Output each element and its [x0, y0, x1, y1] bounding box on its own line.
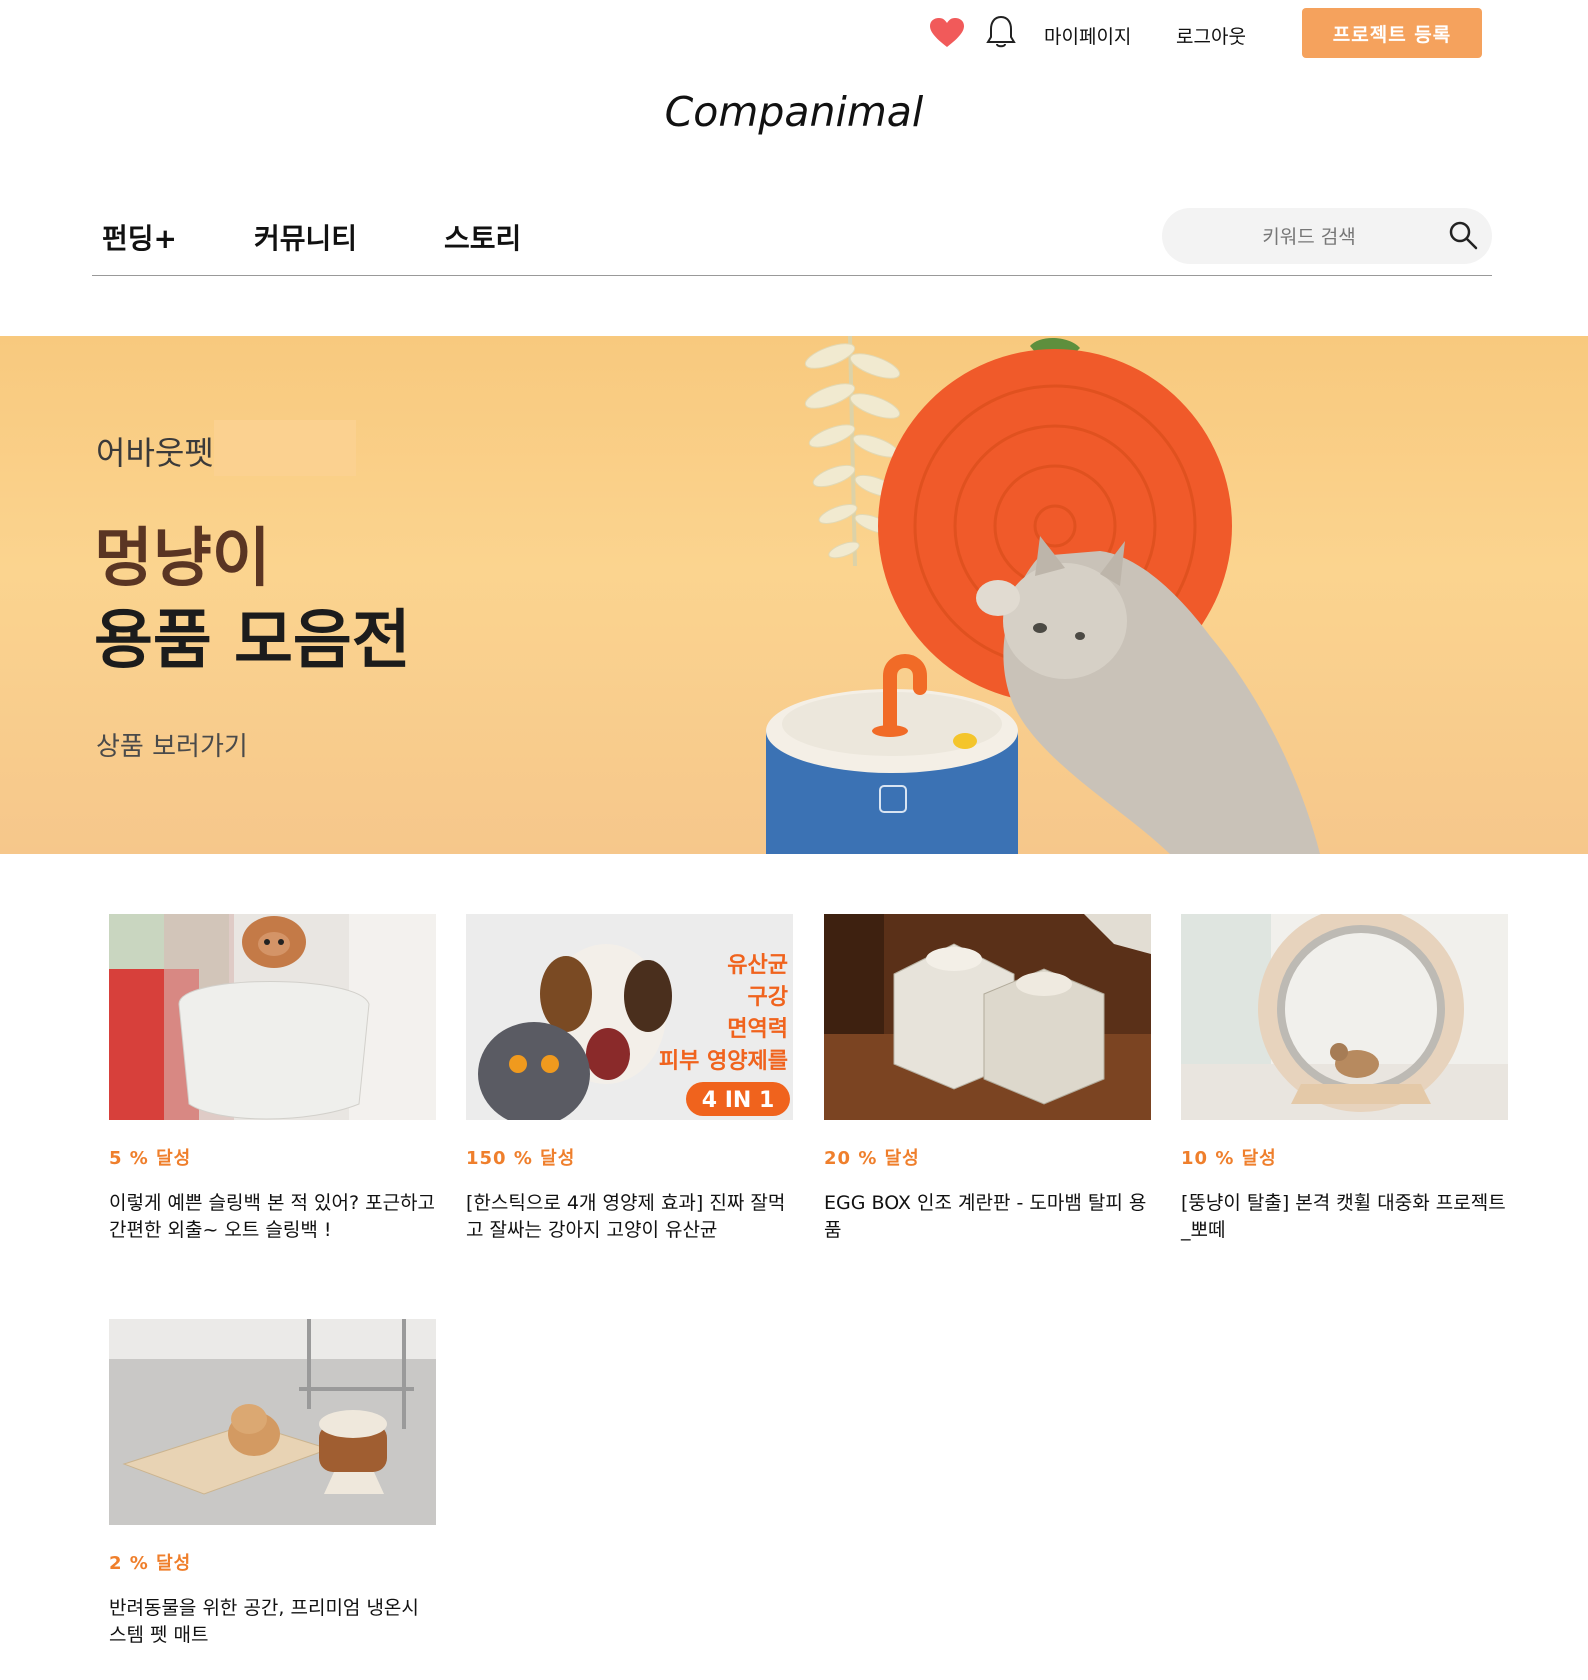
banner-title-line1: 멍냥이 — [94, 522, 271, 596]
project-card[interactable]: 20 % 달성 EGG BOX 인조 계란판 - 도마뱀 탈피 용품 — [824, 914, 1151, 1244]
kitten-image — [976, 536, 1320, 854]
nav-item-story[interactable]: 스토리 — [444, 217, 521, 257]
image-text-probiotic: 유산균 — [727, 953, 788, 978]
image-text-immunity: 면역력 — [727, 1017, 788, 1042]
project-thumbnail[interactable] — [824, 914, 1151, 1120]
top-bar: 마이페이지 로그아웃 프로젝트 등록 — [0, 8, 1588, 58]
project-thumbnail[interactable]: 유산균 구강 면역력 피부 영양제를 4 IN 1 — [466, 914, 793, 1120]
banner-brand: 어바웃펫 — [96, 434, 214, 472]
banner-title: 멍냥이 용품 모음전 — [94, 518, 411, 682]
mypage-link[interactable]: 마이페이지 — [1044, 22, 1131, 49]
image-text-oral: 구강 — [748, 985, 788, 1010]
project-thumbnail[interactable] — [109, 914, 436, 1120]
search-box — [1162, 208, 1492, 266]
brand-highlight — [214, 420, 356, 476]
project-title[interactable]: [한스틱으로 4개 영양제 효과] 진짜 잘먹고 잘싸는 강아지 고양이 유산균 — [466, 1190, 793, 1244]
hero-banner[interactable]: 어바웃펫 멍냥이 용품 모음전 상품 보러가기 — [0, 336, 1588, 854]
project-card[interactable]: 5 % 달성 이렇게 예쁜 슬링백 본 적 있어? 포근하고 간편한 외출~ 오… — [109, 914, 436, 1244]
funding-rate: 150 % 달성 — [466, 1148, 576, 1169]
site-logo[interactable]: Companimal — [0, 88, 1588, 136]
project-title[interactable]: [뚱냥이 탈출] 본격 캣휠 대중화 프로젝트 _뽀떼 — [1181, 1190, 1508, 1244]
image-text-4in1: 4 IN 1 — [702, 1088, 775, 1113]
nav-item-funding[interactable]: 펀딩+ — [102, 217, 177, 257]
project-title[interactable]: 반려동물을 위한 공간, 프리미엄 냉온시스템 펫 매트 — [109, 1595, 436, 1649]
main-nav: 펀딩+ 커뮤니티 스토리 — [92, 205, 1492, 276]
project-thumbnail[interactable] — [109, 1319, 436, 1525]
funding-rate: 2 % 달성 — [109, 1553, 192, 1574]
bell-icon[interactable] — [986, 14, 1016, 50]
search-input[interactable] — [1182, 208, 1436, 266]
project-card[interactable]: 유산균 구강 면역력 피부 영양제를 4 IN 1 150 % 달성 [한스틱으… — [466, 914, 793, 1244]
image-text-skin: 피부 영양제를 — [659, 1049, 788, 1074]
water-fountain-image — [766, 654, 1018, 854]
project-title[interactable]: EGG BOX 인조 계란판 - 도마뱀 탈피 용품 — [824, 1190, 1151, 1244]
logout-link[interactable]: 로그아웃 — [1176, 22, 1246, 49]
funding-rate: 5 % 달성 — [109, 1148, 192, 1169]
funding-rate: 10 % 달성 — [1181, 1148, 1277, 1169]
funding-rate: 20 % 달성 — [824, 1148, 920, 1169]
banner-shop-link[interactable]: 상품 보러가기 — [96, 726, 248, 763]
banner-title-line2: 용품 모음전 — [94, 604, 411, 678]
project-thumbnail[interactable] — [1181, 914, 1508, 1120]
banner-illustration — [766, 336, 1320, 854]
nav-item-community[interactable]: 커뮤니티 — [254, 217, 357, 257]
heart-icon[interactable] — [930, 18, 964, 48]
project-card[interactable]: 10 % 달성 [뚱냥이 탈출] 본격 캣휠 대중화 프로젝트 _뽀떼 — [1181, 914, 1508, 1244]
project-title[interactable]: 이렇게 예쁜 슬링백 본 적 있어? 포근하고 간편한 외출~ 오트 슬링백 ! — [109, 1190, 436, 1244]
search-icon[interactable] — [1448, 220, 1478, 250]
project-card[interactable]: 2 % 달성 반려동물을 위한 공간, 프리미엄 냉온시스템 펫 매트 — [109, 1319, 436, 1649]
project-register-button[interactable]: 프로젝트 등록 — [1302, 8, 1482, 58]
